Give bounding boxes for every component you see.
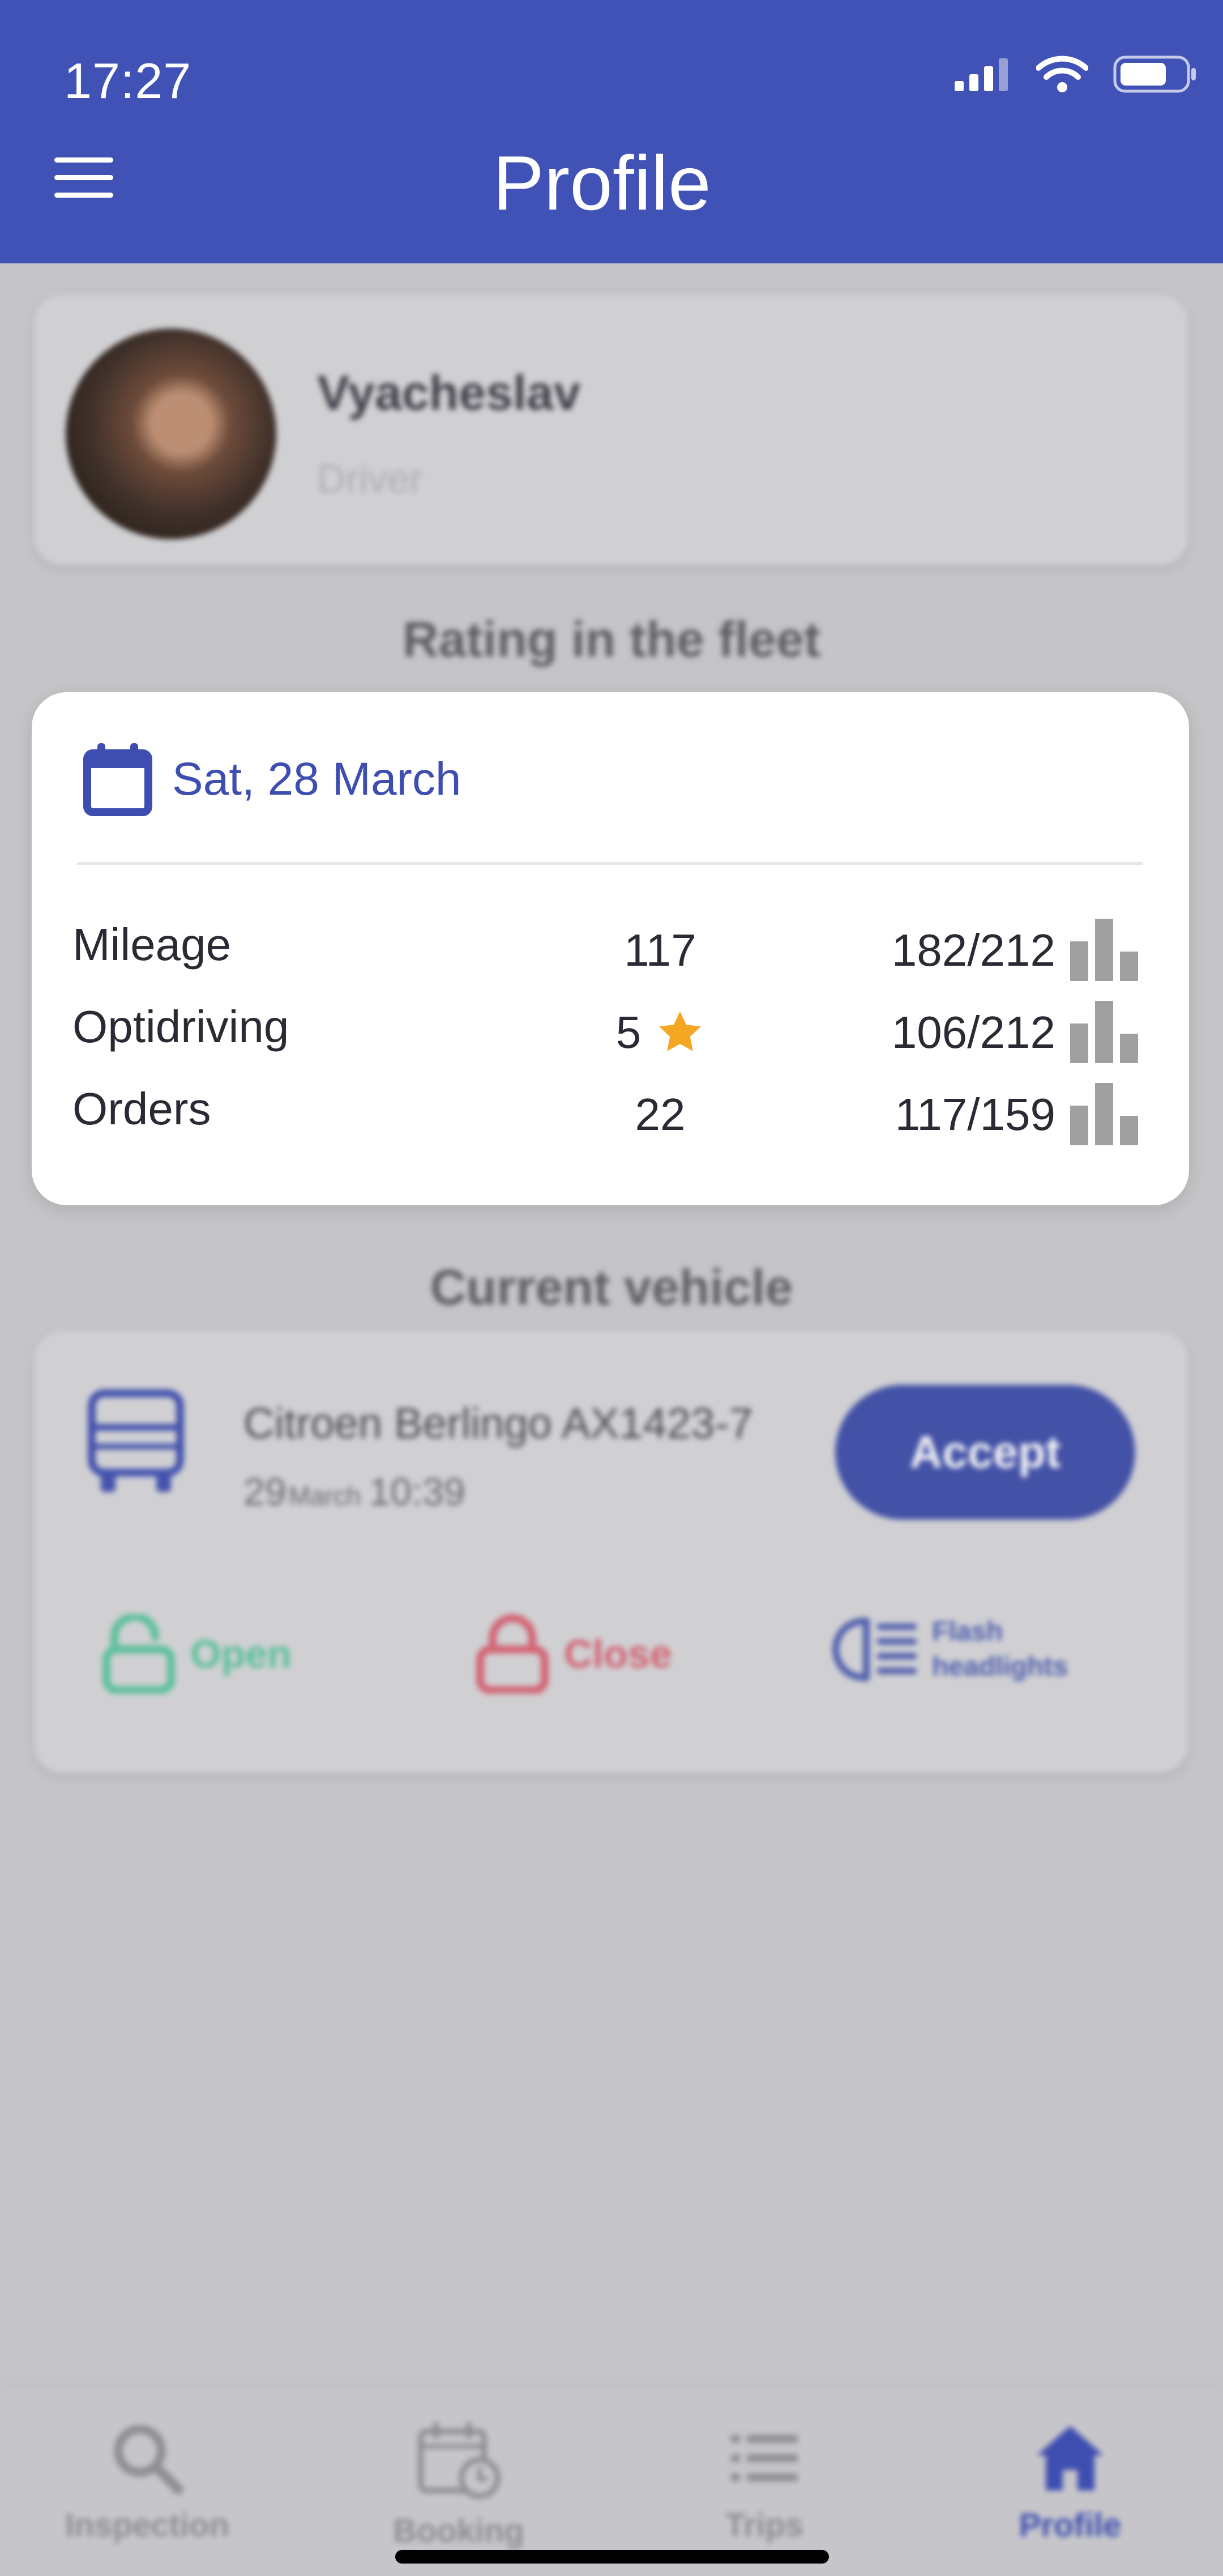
tab-profile[interactable]: Profile [957, 2421, 1183, 2544]
search-icon [114, 2425, 183, 2494]
stat-rank: 117/159 [895, 1089, 1055, 1140]
popup-date-text: Sat, 28 March [172, 753, 461, 805]
status-time: 17:27 [64, 53, 192, 109]
stat-label: Orders [72, 1084, 211, 1134]
modal-scrim[interactable] [0, 263, 1223, 2576]
tab-label: Booking [393, 2513, 524, 2549]
rating-popup: Sat, 28 March Mileage 117 182/212 Optidr… [32, 692, 1189, 1205]
stat-rank: 182/212 [891, 925, 1055, 975]
home-icon [1037, 2426, 1104, 2490]
page-title: Profile [493, 140, 711, 226]
battery-icon [1113, 56, 1196, 93]
stat-row-orders: Orders 22 117/159 [32, 1083, 1189, 1157]
stat-row-mileage: Mileage 117 182/212 [32, 919, 1189, 992]
bar-chart-icon[interactable] [1070, 1083, 1140, 1145]
status-icons [955, 56, 1198, 93]
calendar-clock-icon [418, 2423, 501, 2499]
tab-label: Trips [725, 2507, 804, 2544]
tab-label: Profile [1019, 2507, 1122, 2544]
bar-chart-icon[interactable] [1070, 1001, 1140, 1063]
divider [77, 862, 1143, 865]
home-indicator [395, 2550, 829, 2564]
calendar-icon [83, 743, 152, 816]
tab-bar: Inspection Booking Trips Profile [0, 2386, 1223, 2576]
stat-value: 117 [555, 924, 765, 976]
tab-booking[interactable]: Booking [345, 2421, 572, 2550]
stat-label: Mileage [72, 919, 232, 970]
list-icon [731, 2435, 798, 2481]
stat-label: Optidriving [72, 1001, 289, 1052]
stat-value-text: 117 [624, 925, 696, 975]
tab-trips[interactable]: Trips [651, 2421, 878, 2544]
stat-row-optidriving: Optidriving 5 106/212 [32, 1001, 1189, 1074]
stat-value-text: 5 [615, 1007, 642, 1057]
stat-value: 22 [555, 1089, 765, 1141]
tab-inspection[interactable]: Inspection [34, 2421, 260, 2544]
signal-icon [955, 58, 1008, 91]
star-icon [659, 1011, 702, 1051]
wifi-icon [1036, 56, 1088, 92]
bar-chart-icon[interactable] [1070, 919, 1140, 981]
stat-rank: 106/212 [891, 1007, 1055, 1057]
stat-value: 5 [555, 1006, 765, 1059]
tab-label: Inspection [65, 2507, 230, 2544]
stat-value-text: 22 [635, 1089, 686, 1140]
app-header: 17:27 Profile [0, 0, 1223, 263]
popup-date[interactable]: Sat, 28 March [83, 742, 461, 817]
